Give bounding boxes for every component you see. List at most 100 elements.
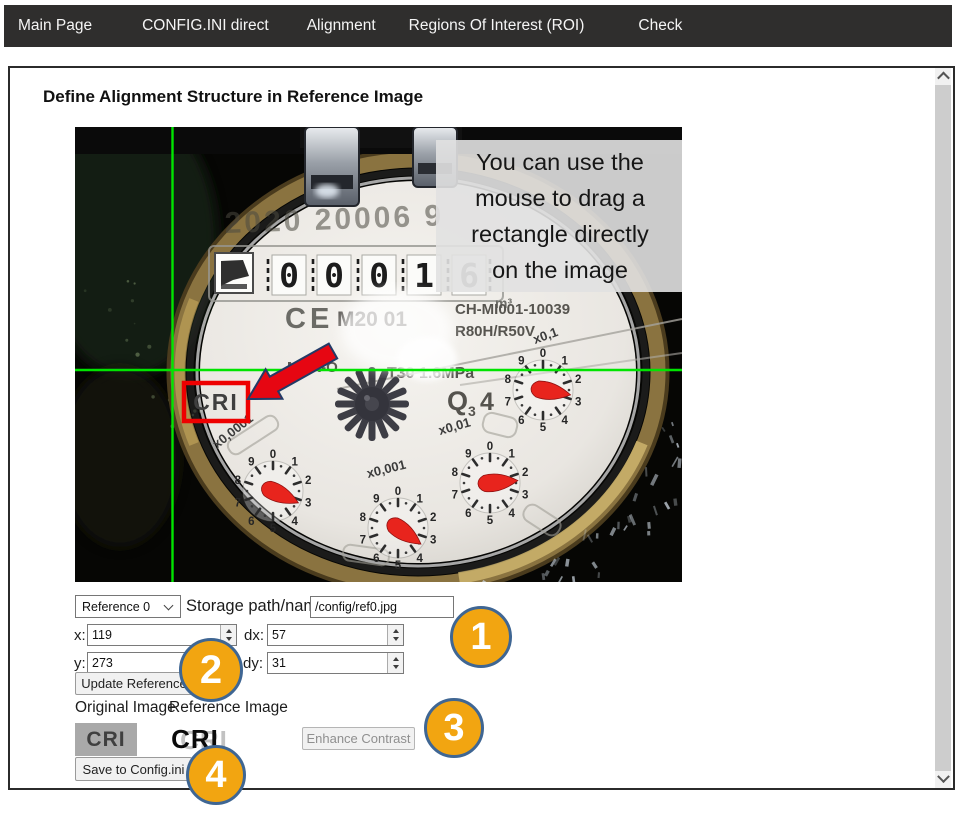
dx-spin-buttons[interactable] [387, 625, 403, 645]
scroll-down-icon [937, 770, 950, 783]
svg-text:1: 1 [417, 493, 424, 505]
svg-text:4: 4 [417, 553, 424, 565]
drag-hint-line: rectangle directly [471, 216, 649, 252]
svg-text:4: 4 [480, 388, 494, 416]
top-navbar: Main Page CONFIG.INI direct Alignment Re… [4, 5, 952, 47]
drag-hint-line: You can use the [476, 144, 644, 180]
spin-down-icon[interactable] [226, 637, 232, 641]
svg-text:0: 0 [270, 449, 276, 461]
svg-text:7: 7 [360, 535, 366, 547]
spin-up-icon[interactable] [393, 629, 399, 633]
svg-text:5: 5 [487, 515, 494, 527]
save-to-config-button[interactable]: Save to Config.ini [75, 757, 192, 781]
svg-text:3: 3 [305, 498, 311, 510]
scrollbar-up-button[interactable] [935, 68, 951, 85]
page-title: Define Alignment Structure in Reference … [43, 87, 423, 107]
spin-up-icon[interactable] [226, 629, 232, 633]
reference-area-text: CRI [193, 389, 239, 415]
svg-text:9: 9 [248, 456, 254, 468]
meter-ce-mark: CE [285, 303, 333, 335]
drag-hint-line: on the image [492, 252, 628, 288]
svg-text:4: 4 [509, 508, 516, 520]
svg-text:5: 5 [270, 523, 277, 535]
nav-item-check[interactable]: Check [638, 17, 682, 35]
svg-text:2: 2 [305, 475, 311, 487]
reference-select[interactable]: Reference 0 [75, 595, 181, 618]
storage-path-input[interactable] [310, 596, 454, 618]
nav-item-main-page[interactable]: Main Page [18, 17, 92, 35]
meter-model-number: CH-MI001-10039 [455, 301, 570, 318]
meter-ratio-code: R80H/R50V [455, 323, 535, 340]
svg-text:0: 0 [279, 256, 299, 295]
svg-text:6: 6 [518, 415, 524, 427]
drag-hint-overlay: You can use the mouse to drag a rectangl… [436, 140, 682, 292]
svg-text:0: 0 [395, 486, 401, 498]
meter-gear-wheel [335, 367, 409, 441]
svg-text:3: 3 [468, 403, 476, 419]
chrome-clip-left [305, 127, 359, 206]
reference-meter-image[interactable]: 2020 20006 9 0 0 0 1 [75, 127, 682, 582]
svg-text:1: 1 [414, 256, 434, 295]
dy-stepper [267, 652, 404, 674]
spin-up-icon[interactable] [393, 657, 399, 661]
svg-text:2: 2 [430, 512, 436, 524]
svg-text:8: 8 [360, 512, 367, 524]
step-annotation-3: 3 [424, 698, 484, 758]
update-reference-button[interactable]: Update Reference [75, 672, 193, 695]
svg-text:3: 3 [430, 535, 436, 547]
svg-text:9: 9 [518, 355, 524, 367]
svg-text:Q: Q [447, 386, 468, 416]
dy-spin-buttons[interactable] [387, 653, 403, 673]
nav-item-config-ini[interactable]: CONFIG.INI direct [142, 17, 269, 35]
reference-select-value: Reference 0 [76, 600, 165, 614]
dy-label: dy: [243, 653, 263, 675]
chevron-down-icon [164, 600, 174, 610]
svg-text:2: 2 [522, 467, 528, 479]
svg-text:4: 4 [562, 415, 569, 427]
svg-text:7: 7 [505, 397, 511, 409]
alignment-page: Main Page CONFIG.INI direct Alignment Re… [0, 0, 960, 816]
svg-text:7: 7 [235, 498, 241, 510]
spin-down-icon[interactable] [393, 665, 399, 669]
svg-text:0: 0 [369, 256, 389, 295]
svg-text:0: 0 [540, 348, 546, 360]
reference-image-label: Reference Image [169, 699, 288, 717]
original-image-label: Original Image [75, 699, 176, 717]
scroll-up-icon [937, 72, 950, 85]
svg-text:3: 3 [575, 397, 581, 409]
svg-text:0: 0 [487, 441, 493, 453]
dx-stepper [267, 624, 404, 646]
step-annotation-2: 2 [179, 638, 243, 702]
svg-text:2: 2 [575, 374, 581, 386]
dx-input[interactable] [268, 625, 387, 645]
x-label: x: [74, 625, 86, 647]
svg-text:8: 8 [505, 374, 512, 386]
svg-text:3: 3 [522, 490, 528, 502]
dx-label: dx: [244, 625, 264, 647]
svg-text:8: 8 [452, 467, 459, 479]
svg-text:7: 7 [452, 490, 458, 502]
svg-text:9: 9 [465, 448, 471, 460]
svg-text:6: 6 [465, 508, 471, 520]
dy-input[interactable] [268, 653, 387, 673]
enhance-contrast-button[interactable]: Enhance Contrast [302, 727, 415, 750]
svg-text:1: 1 [562, 355, 569, 367]
svg-text:1: 1 [509, 448, 516, 460]
step-annotation-1: 1 [450, 606, 512, 668]
original-image-thumbnail: CRI [75, 723, 137, 756]
svg-text:5: 5 [395, 560, 402, 572]
svg-text:9: 9 [373, 493, 379, 505]
spin-down-icon[interactable] [393, 637, 399, 641]
svg-text:4: 4 [292, 516, 299, 528]
svg-text:5: 5 [540, 422, 547, 434]
svg-text:8: 8 [235, 475, 242, 487]
svg-text:0: 0 [324, 256, 344, 295]
nav-item-alignment[interactable]: Alignment [307, 17, 376, 35]
nav-item-roi[interactable]: Regions Of Interest (ROI) [409, 17, 585, 35]
scrollbar-down-button[interactable] [935, 771, 951, 788]
drag-hint-line: mouse to drag a [475, 180, 645, 216]
svg-text:6: 6 [248, 516, 254, 528]
svg-text:1: 1 [292, 456, 299, 468]
vertical-scrollbar[interactable] [935, 68, 951, 788]
svg-text:6: 6 [373, 553, 379, 565]
